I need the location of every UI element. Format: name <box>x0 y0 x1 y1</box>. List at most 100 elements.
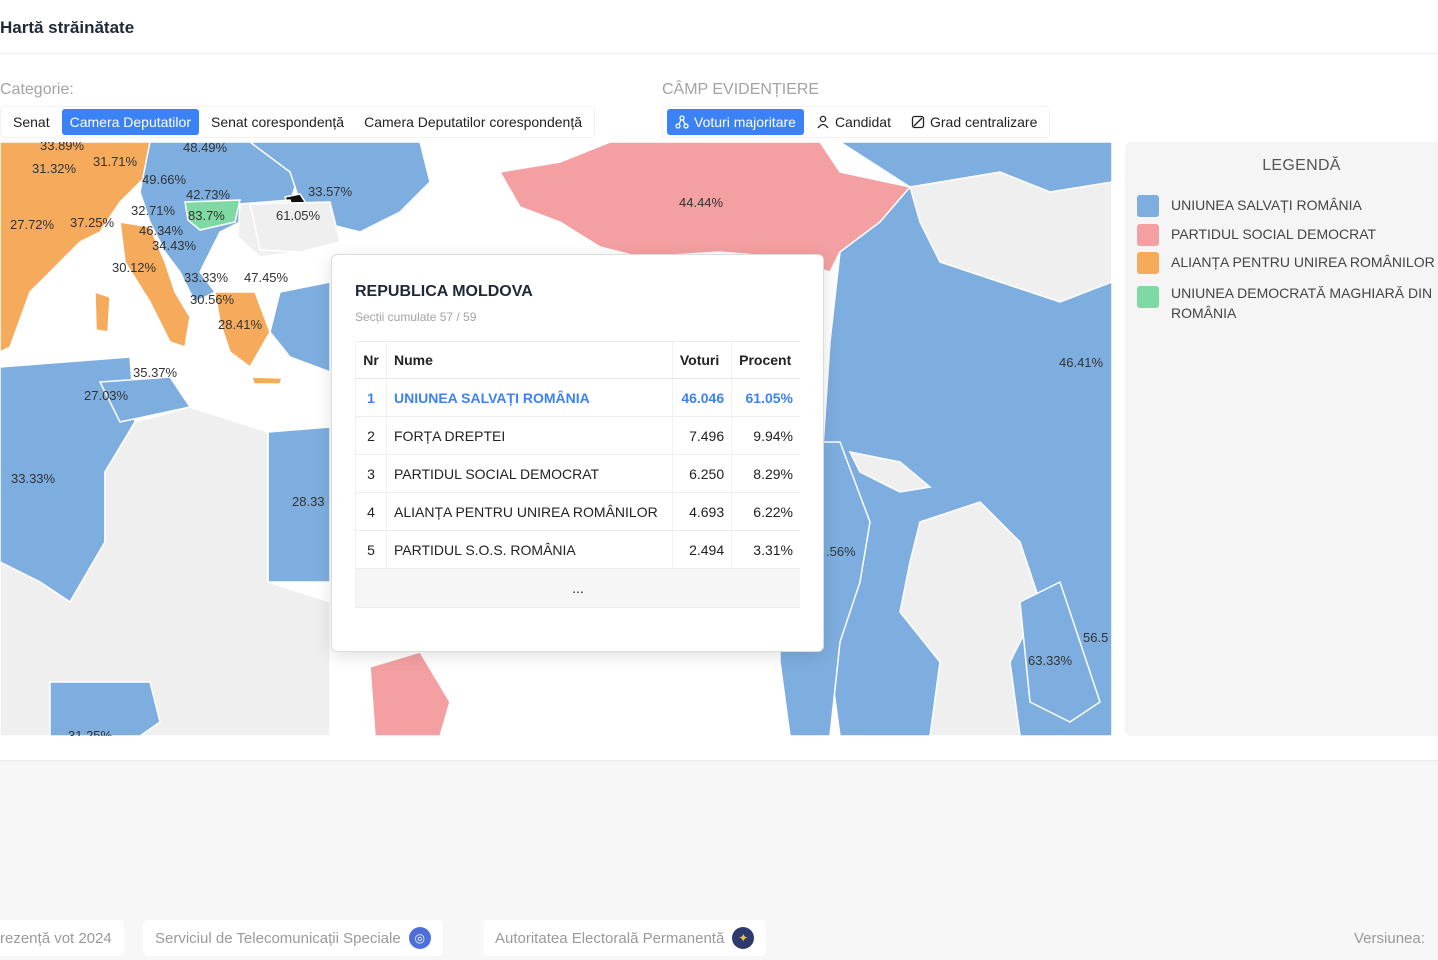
map-percent-label: 37.25% <box>70 215 115 230</box>
cell-votes: 2.494 <box>671 530 732 569</box>
cell-nr: 1 <box>355 378 387 417</box>
footer-link-prezenta[interactable]: rezență vot 2024 <box>0 920 124 956</box>
tab-voturi-majoritare[interactable]: Voturi majoritare <box>667 109 804 135</box>
table-row: 1 UNIUNEA SALVAȚI ROMÂNIA 46.046 61.05% <box>355 378 800 417</box>
legend-swatch <box>1137 195 1159 217</box>
tab-camera-deputatilor-corespondenta[interactable]: Camera Deputatilor corespondență <box>356 109 590 135</box>
region-iberia-island[interactable] <box>94 290 111 333</box>
legend-item-udmr: UNIUNEA DEMOCRATĂ MAGHIARĂ DIN ROMÂNIA <box>1137 283 1437 323</box>
map-percent-label: 83.7% <box>188 208 225 223</box>
cell-votes: 7.496 <box>671 416 732 455</box>
highlight-label: CÂMP EVIDENȚIERE <box>662 81 820 98</box>
tab-grad-centralizare[interactable]: Grad centralizare <box>903 109 1045 135</box>
tooltip-subtitle: Secții cumulate 57 / 59 <box>355 310 477 324</box>
map-percent-label: 31.25% <box>68 728 113 736</box>
tab-label: Candidat <box>834 114 891 130</box>
map-percent-label: 33.33% <box>184 270 229 285</box>
col-name: Nume <box>386 341 673 379</box>
map-percent-label: 61.05% <box>276 208 321 223</box>
map-percent-label: 31.71% <box>93 154 138 169</box>
footer-link-label: rezență vot 2024 <box>0 929 112 947</box>
map-percent-label: 27.03% <box>84 388 129 403</box>
tab-senat[interactable]: Senat <box>5 109 58 135</box>
tab-candidat[interactable]: Candidat <box>808 109 899 135</box>
category-label: Categorie: <box>0 81 74 98</box>
table-header-row: Nr Nume Voturi Procent <box>355 341 800 379</box>
cell-name: PARTIDUL S.O.S. ROMÂNIA <box>386 530 673 569</box>
table-row: 4 ALIANȚA PENTRU UNIREA ROMÂNILOR 4.693 … <box>355 492 800 531</box>
map-percent-label: 49.66% <box>142 172 187 187</box>
cell-percent: 9.94% <box>731 416 800 455</box>
cell-percent: 3.31% <box>731 530 800 569</box>
footer-link-label: Serviciul de Telecomunicații Speciale <box>155 929 401 947</box>
map-percent-label: 47.45% <box>244 270 289 285</box>
table-row-more: ... <box>355 568 800 608</box>
tab-label: Voturi majoritare <box>694 114 796 130</box>
map-percent-label: .56% <box>826 544 856 559</box>
tab-label: Grad centralizare <box>929 114 1038 130</box>
legend-swatch <box>1137 224 1159 246</box>
map-percent-label: 33.89% <box>40 142 85 153</box>
cell-name: ALIANȚA PENTRU UNIREA ROMÂNILOR <box>386 492 673 531</box>
table-row: 5 PARTIDUL S.O.S. ROMÂNIA 2.494 3.31% <box>355 530 800 569</box>
results-table: Nr Nume Voturi Procent 1 UNIUNEA SALVAȚI… <box>355 341 800 608</box>
cell-nr: 2 <box>355 416 387 455</box>
map-card: Hartă străinătate Categorie: Senat Camer… <box>0 0 1438 761</box>
cell-nr: 3 <box>355 454 387 493</box>
legend-swatch <box>1137 286 1159 308</box>
legend-label: UNIUNEA SALVAȚI ROMÂNIA <box>1171 197 1362 213</box>
tooltip-title: REPUBLICA MOLDOVA <box>355 283 533 300</box>
map-percent-label: 34.43% <box>152 238 197 253</box>
cell-name: UNIUNEA SALVAȚI ROMÂNIA <box>386 378 673 417</box>
tab-senat-corespondenta[interactable]: Senat corespondență <box>203 109 352 135</box>
person-icon <box>817 115 829 129</box>
cell-percent: 8.29% <box>731 454 800 493</box>
legend-label: ALIANȚA PENTRU UNIREA ROMÂNILOR <box>1171 254 1435 270</box>
cell-percent: 61.05% <box>731 378 800 417</box>
tab-camera-deputatilor[interactable]: Camera Deputatilor <box>61 109 199 135</box>
map-percent-label: 33.57% <box>308 184 353 199</box>
network-icon <box>675 115 689 129</box>
legend-item-aur: ALIANȚA PENTRU UNIREA ROMÂNILOR <box>1137 252 1437 274</box>
footer-link-aep[interactable]: Autoritatea Electorală Permanentă ✦ <box>483 920 767 956</box>
map-percent-label: 27.72% <box>10 217 55 232</box>
sts-logo-icon: ◎ <box>408 927 431 949</box>
category-tabs: Senat Camera Deputatilor Senat corespond… <box>0 106 595 138</box>
col-nr: Nr <box>355 341 387 379</box>
map-percent-label: 48.49% <box>183 142 228 155</box>
legend-item-usr: UNIUNEA SALVAȚI ROMÂNIA <box>1137 195 1437 217</box>
cell-votes: 6.250 <box>671 454 732 493</box>
footer-link-sts[interactable]: Serviciul de Telecomunicații Speciale ◎ <box>143 920 443 956</box>
map-percent-label: 44.44% <box>679 195 724 210</box>
region-crete[interactable] <box>250 376 284 385</box>
cell-name: FORȚA DREPTEI <box>386 416 673 455</box>
footer-version: Versiunea: <box>1342 920 1437 956</box>
table-row: 3 PARTIDUL SOCIAL DEMOCRAT 6.250 8.29% <box>355 454 800 493</box>
pie-icon <box>911 115 925 129</box>
map-percent-label: 46.34% <box>139 223 184 238</box>
title-divider <box>0 53 1438 54</box>
cell-votes: 46.046 <box>671 378 732 417</box>
col-votes: Voturi <box>671 341 732 379</box>
map-percent-label: 46.41% <box>1059 355 1104 370</box>
version-label: Versiunea: <box>1354 929 1425 947</box>
more-indicator: ... <box>355 568 800 608</box>
map-percent-label: 32.71% <box>131 203 176 218</box>
cell-nr: 4 <box>355 492 387 531</box>
cell-votes: 4.693 <box>671 492 732 531</box>
map-percent-label: 28.33 <box>292 494 325 509</box>
table-row: 2 FORȚA DREPTEI 7.496 9.94% <box>355 416 800 455</box>
map-percent-label: 30.12% <box>112 260 157 275</box>
highlight-tabs: Voturi majoritare Candidat Grad centrali… <box>662 106 1051 138</box>
page-title: Hartă străinătate <box>0 18 135 37</box>
map-percent-label: 42.73% <box>186 187 231 202</box>
map-percent-label: 63.33% <box>1028 653 1073 668</box>
cell-percent: 6.22% <box>731 492 800 531</box>
col-percent: Procent <box>731 341 800 379</box>
map-percent-label: 56.5 <box>1083 630 1108 645</box>
aep-logo-icon: ✦ <box>732 927 755 949</box>
footer: rezență vot 2024 Serviciul de Telecomuni… <box>0 920 1438 958</box>
map-percent-label: 35.37% <box>133 365 178 380</box>
country-tooltip: REPUBLICA MOLDOVA Secții cumulate 57 / 5… <box>331 254 824 652</box>
footer-link-label: Autoritatea Electorală Permanentă <box>495 929 725 947</box>
